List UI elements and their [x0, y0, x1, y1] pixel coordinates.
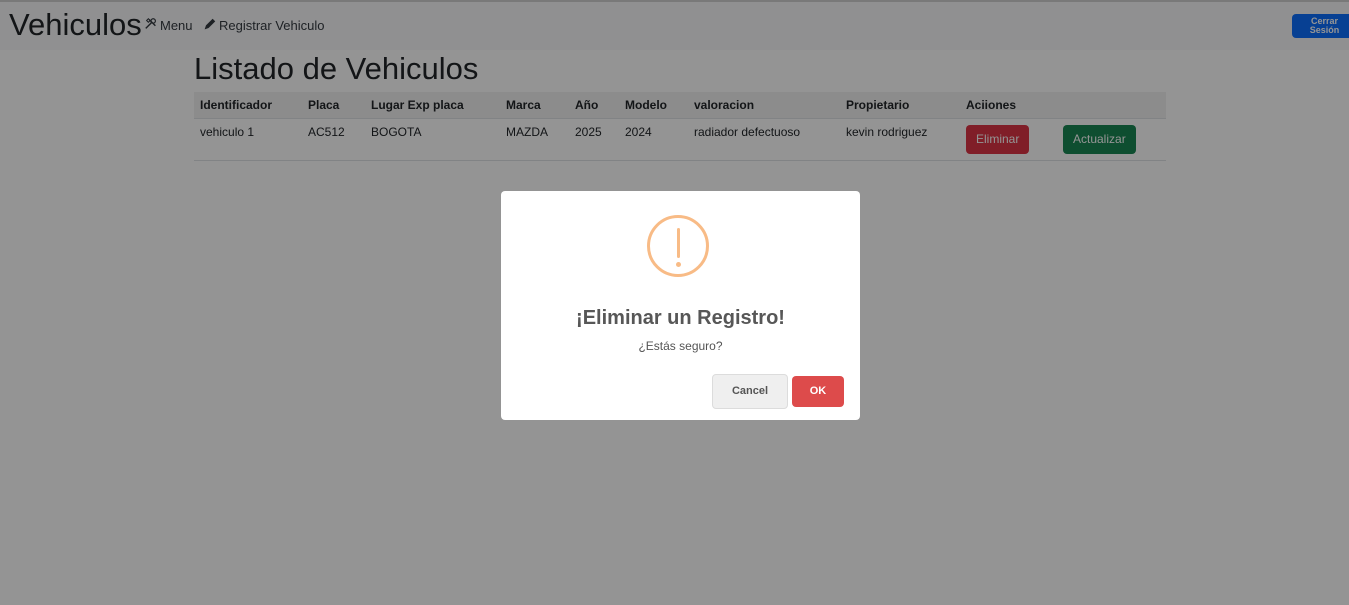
ok-button[interactable]: OK	[792, 376, 844, 407]
dialog-text: ¿Estás seguro?	[638, 339, 723, 353]
warning-icon	[647, 215, 709, 277]
page: Vehiculos Menu Registrar Vehiculo Cerrar…	[0, 0, 1349, 605]
dialog-title: ¡Eliminar un Registro!	[576, 307, 785, 329]
confirm-dialog: ¡Eliminar un Registro! ¿Estás seguro? Ca…	[501, 191, 860, 420]
cancel-button[interactable]: Cancel	[712, 374, 788, 409]
